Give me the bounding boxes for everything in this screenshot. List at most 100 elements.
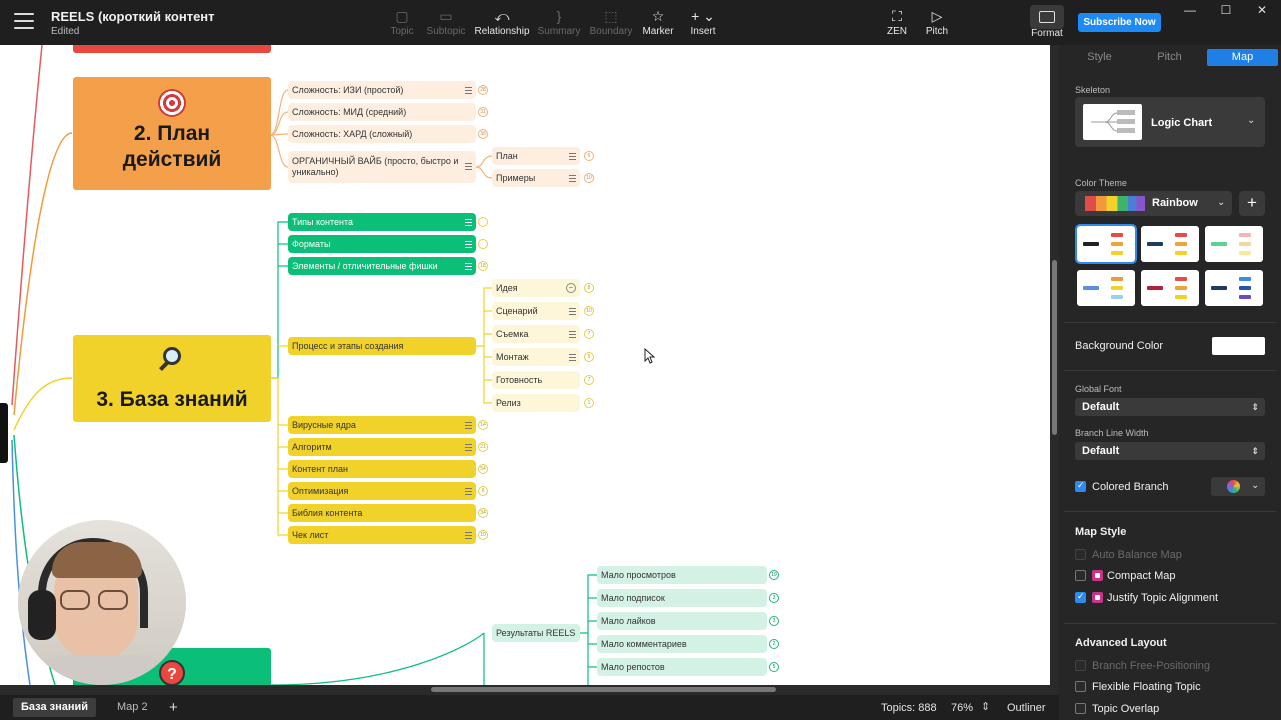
global-font-label: Global Font	[1075, 384, 1122, 394]
minimize-icon[interactable]: —	[1180, 3, 1200, 17]
background-color-swatch[interactable]	[1212, 337, 1265, 355]
flexible-floating-label: Flexible Floating Topic	[1092, 681, 1201, 693]
branch-free-checkbox[interactable]	[1075, 660, 1086, 671]
outliner-button[interactable]: Outliner	[1007, 702, 1046, 714]
skeleton-select[interactable]: Logic Chart ⌄	[1075, 97, 1265, 147]
colored-branch-checkbox[interactable]	[1075, 480, 1086, 492]
map-style-heading: Map Style	[1075, 526, 1127, 538]
target-icon	[158, 89, 186, 117]
topic-content-types[interactable]: Типы контента	[288, 213, 476, 231]
format-button[interactable]	[1030, 5, 1064, 29]
note-icon	[569, 308, 576, 317]
auto-balance-label: Auto Balance Map	[1092, 549, 1182, 561]
theme-thumbnail[interactable]	[1205, 270, 1263, 306]
close-icon[interactable]: ✕	[1252, 3, 1272, 17]
insert-button[interactable]: + ⌄ Insert	[673, 7, 733, 37]
glasses	[60, 590, 90, 610]
topic-checklist[interactable]: Чек лист	[288, 526, 476, 544]
topic-release[interactable]: Релиз	[492, 394, 580, 412]
compact-map-checkbox[interactable]	[1075, 570, 1086, 581]
topic-ezy[interactable]: Сложность: ИЗИ (простой)	[288, 81, 476, 99]
topic-idea[interactable]: Идея −	[492, 279, 580, 297]
tab-pitch[interactable]: Pitch	[1141, 49, 1198, 66]
scroll-thumb[interactable]	[431, 687, 776, 692]
count-badge: 31	[478, 107, 488, 117]
global-font-select[interactable]: Default ⇕	[1075, 398, 1265, 416]
flexible-floating-checkbox[interactable]	[1075, 681, 1086, 692]
subtopic-button[interactable]: ▭ Subtopic	[416, 7, 476, 37]
topic-reels-results[interactable]: Результаты REELS	[492, 624, 580, 642]
relationship-icon: ⤺	[494, 8, 510, 24]
tab-style[interactable]: Style	[1071, 49, 1128, 66]
tab-map[interactable]: Map	[1207, 49, 1278, 66]
count-badge: 18	[478, 261, 488, 271]
node-1-fragment[interactable]	[73, 45, 271, 53]
zoom-stepper-icon[interactable]: ⇕	[981, 700, 990, 713]
note-icon	[465, 219, 472, 228]
count-badge: 6	[478, 486, 488, 496]
vertical-scrollbar[interactable]	[1050, 45, 1059, 685]
branch-color-picker[interactable]: ⌄	[1211, 477, 1265, 496]
pitch-button[interactable]: ▷ Pitch	[907, 7, 967, 37]
horizontal-scrollbar[interactable]	[0, 685, 1059, 695]
topic-mid[interactable]: Сложность: МИД (средний)	[288, 103, 476, 121]
add-theme-button[interactable]: +	[1239, 191, 1265, 216]
maximize-icon[interactable]: ☐	[1216, 3, 1236, 17]
left-edge-tab[interactable]	[0, 403, 8, 463]
topic-process[interactable]: Процесс и этапы создания	[288, 337, 476, 355]
colored-branch-label: Colored Branch	[1092, 481, 1169, 493]
topic-optimization[interactable]: Оптимизация	[288, 482, 476, 500]
count-badge: 3	[769, 593, 779, 603]
topic-elements[interactable]: Элементы / отличительные фишки	[288, 257, 476, 275]
topic-viral-cores[interactable]: Вирусные ядра	[288, 416, 476, 434]
lock-icon	[1092, 570, 1103, 581]
updown-icon: ⇕	[1251, 446, 1259, 456]
topic-script[interactable]: Сценарий	[492, 302, 580, 320]
node-knowledge-base[interactable]: 3. База знаний	[73, 335, 271, 422]
node-plan[interactable]: 2. План действий	[73, 77, 271, 190]
theme-thumbnail[interactable]	[1141, 226, 1199, 262]
sheet-tab-map2[interactable]: Map 2	[109, 698, 156, 717]
topic-organic-vibe[interactable]: ОРГАНИЧНЫЙ ВАЙБ (просто, быстро и уникаль…	[288, 151, 476, 183]
summary-button[interactable]: } Summary	[529, 7, 589, 37]
divider	[1064, 511, 1276, 512]
branch-line-width-select[interactable]: Default ⇕	[1075, 442, 1265, 460]
topic-low-likes[interactable]: Мало лайков	[597, 612, 767, 630]
topic-low-views[interactable]: Мало просмотров	[597, 566, 767, 584]
color-theme-select[interactable]: Rainbow ⌄	[1075, 191, 1232, 216]
topic-low-subs[interactable]: Мало подписок	[597, 589, 767, 607]
topic-formats[interactable]: Форматы	[288, 235, 476, 253]
topic-ready[interactable]: Готовность	[492, 371, 580, 389]
theme-thumbnail[interactable]	[1075, 224, 1137, 264]
topic-content-plan[interactable]: Контент план	[288, 460, 476, 478]
topic-low-reposts[interactable]: Мало репостов	[597, 658, 767, 676]
theme-thumbnail[interactable]	[1205, 226, 1263, 262]
topic-hard[interactable]: Сложность: ХАРД (сложный)	[288, 125, 476, 143]
topic-editing[interactable]: Монтаж	[492, 348, 580, 366]
format-label: Format	[1031, 28, 1063, 39]
add-sheet-button[interactable]: +	[161, 698, 186, 717]
theme-thumbnail[interactable]	[1141, 270, 1199, 306]
topic-content-bible[interactable]: Библия контента	[288, 504, 476, 522]
chevron-down-icon: ⌄	[1217, 197, 1226, 208]
topic-plan[interactable]: План	[492, 147, 580, 165]
count-badge: 28	[478, 85, 488, 95]
sheet-tab-knowledge-base[interactable]: База знаний	[13, 698, 97, 717]
zoom-level[interactable]: 76%	[951, 702, 973, 714]
count-badge: 6	[584, 151, 594, 161]
theme-thumbnail[interactable]	[1077, 270, 1135, 306]
topic-algorithm[interactable]: Алгоритм	[288, 438, 476, 456]
topic-shooting[interactable]: Съемка	[492, 325, 580, 343]
summary-icon: }	[556, 8, 562, 24]
topic-examples[interactable]: Примеры	[492, 169, 580, 187]
scroll-thumb[interactable]	[1052, 260, 1057, 435]
relationship-button[interactable]: ⤺ Relationship	[472, 7, 532, 37]
topic-overlap-checkbox[interactable]	[1075, 703, 1086, 714]
justify-checkbox[interactable]	[1075, 591, 1086, 603]
subscribe-button[interactable]: Subscribe Now	[1078, 13, 1161, 32]
topic-low-comments[interactable]: Мало комментариев	[597, 635, 767, 653]
note-icon	[465, 422, 472, 431]
hamburger-menu-icon[interactable]	[14, 13, 34, 31]
auto-balance-checkbox[interactable]	[1075, 549, 1086, 560]
count-badge: 5	[769, 662, 779, 672]
